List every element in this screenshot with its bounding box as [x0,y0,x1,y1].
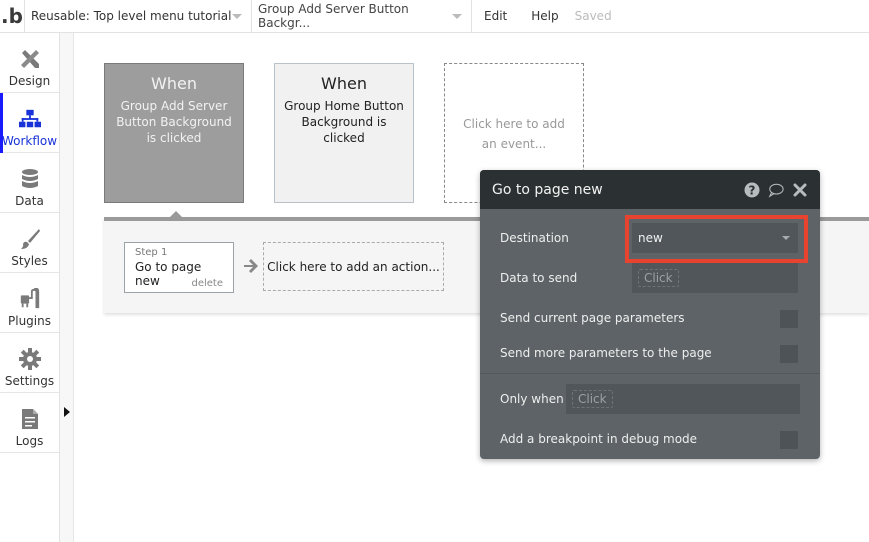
gear-icon [18,348,41,370]
event-when: When [151,74,197,93]
sidebar-label: Styles [11,254,48,268]
panel-divider [480,373,820,374]
add-action-button[interactable]: Click here to add an action... [263,242,444,291]
sidebar-item-design[interactable]: Design [0,33,59,93]
breakpoint-row: Add a breakpoint in debug mode [480,429,820,449]
menu-edit[interactable]: Edit [472,9,519,23]
event-description: Group Add Server Button Background is cl… [116,99,232,145]
top-bar: .b Reusable: Top level menu tutorial Gro… [0,0,869,33]
action-property-panel: Go to page new ? Destination new Data to… [480,170,820,459]
sidebar: Design Workflow Data Styles Plugins Sett… [0,33,60,542]
bubble-logo[interactable]: .b [0,0,25,33]
selected-event-pointer [170,211,182,217]
arrow-right-icon [243,258,259,274]
sidebar-label: Design [8,74,51,88]
close-icon[interactable] [792,182,808,198]
sidebar-item-workflow[interactable]: Workflow [0,93,59,153]
delete-step-link[interactable]: delete [191,278,223,289]
panel-title: Go to page new [492,181,603,198]
action-step[interactable]: Step 1 Go to page new delete [124,242,234,293]
app-page-selector-value: Reusable: Top level menu tutorial [31,9,232,23]
data-to-send-field[interactable]: Click [632,263,798,293]
add-event-label: Click here to add an event... [463,117,565,151]
database-icon [19,168,41,190]
app-page-selector[interactable]: Reusable: Top level menu tutorial [25,0,252,33]
send-current-params-row: Send current page parameters [480,308,820,328]
event-selector[interactable]: Group Add Server Button Backgr... [252,0,472,33]
sidebar-label: Logs [15,434,44,448]
help-icon[interactable]: ? [744,182,760,198]
menu-help[interactable]: Help [519,9,570,23]
destination-value: new [638,231,663,245]
brush-icon [19,228,41,250]
only-when-label: Only when [500,392,564,406]
send-more-params-checkbox[interactable] [780,345,798,363]
sidebar-label: Plugins [8,314,51,328]
design-icon [19,48,41,70]
breakpoint-checkbox[interactable] [780,431,798,449]
only-when-placeholder: Click [572,390,613,408]
event-selector-value: Group Add Server Button Backgr... [258,2,409,30]
send-current-params-checkbox[interactable] [780,310,798,328]
destination-dropdown[interactable]: new [632,223,798,253]
data-to-send-label: Data to send [500,271,578,285]
event-when: When [321,74,367,93]
sidebar-label: Data [15,194,44,208]
send-more-params-row: Send more parameters to the page [480,343,820,363]
palette-collapse-strip [60,33,74,542]
data-to-send-placeholder: Click [638,269,679,287]
destination-label: Destination [500,231,569,245]
chevron-down-icon [232,13,242,19]
chevron-down-icon [452,13,462,19]
svg-text:?: ? [749,183,756,197]
send-more-params-label: Send more parameters to the page [500,346,712,360]
sidebar-item-data[interactable]: Data [0,153,59,213]
event-description: Group Home Button Background is clicked [284,99,404,145]
event-card[interactable]: When Group Home Button Background is cli… [274,63,414,203]
sidebar-item-styles[interactable]: Styles [0,213,59,273]
send-current-params-label: Send current page parameters [500,311,685,325]
plug-icon [19,288,41,310]
comment-icon[interactable] [768,182,784,198]
expand-arrow-icon[interactable] [64,407,70,417]
document-icon [19,408,41,430]
sidebar-label: Workflow [1,134,58,148]
step-number: Step 1 [135,247,168,258]
sidebar-item-settings[interactable]: Settings [0,333,59,393]
breakpoint-label: Add a breakpoint in debug mode [500,432,698,446]
chevron-down-icon [782,236,790,240]
panel-header[interactable]: Go to page new ? [480,170,820,209]
save-status: Saved [574,9,612,23]
only-when-field[interactable]: Click [566,384,800,414]
sidebar-item-logs[interactable]: Logs [0,393,59,453]
sidebar-label: Settings [4,374,55,388]
event-card[interactable]: When Group Add Server Button Background … [104,63,244,203]
bubble-editor: .b Reusable: Top level menu tutorial Gro… [0,0,869,542]
workflow-icon [18,108,41,130]
sidebar-item-plugins[interactable]: Plugins [0,273,59,333]
